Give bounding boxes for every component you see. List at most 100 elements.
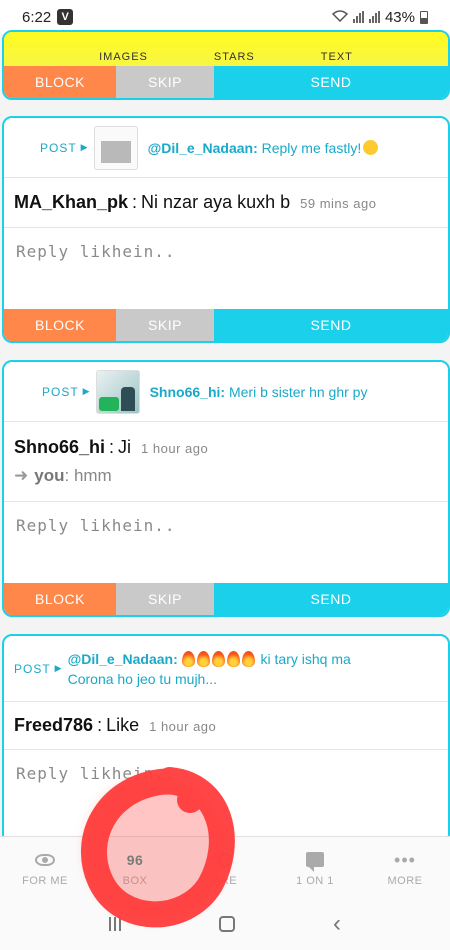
post-username[interactable]: Shno66_hi: <box>150 384 225 400</box>
comment-text: Like <box>106 715 140 735</box>
app-notification-icon: V <box>57 9 74 25</box>
block-button[interactable]: BLOCK <box>4 583 116 615</box>
post-username[interactable]: @Dil_e_Nadaan: <box>148 140 258 156</box>
post-text: @Dil_e_Nadaan: Reply me fastly! <box>148 138 379 158</box>
nav-label: 1 ON 1 <box>296 874 334 887</box>
fire-emojis <box>181 650 257 667</box>
post-text: Shno66_hi: Meri b sister hn ghr py <box>150 382 368 402</box>
arrow-right-icon: ➜ <box>14 466 29 485</box>
back-icon[interactable]: ‹ <box>333 910 341 938</box>
screen: 6:22 V 43% IMAGES STARS TEXT BLOCK SKIP … <box>0 0 450 950</box>
tab-text[interactable]: TEXT <box>321 51 353 63</box>
post-thumbnail[interactable] <box>93 125 138 170</box>
my-reply: ➜ you : hmm <box>14 466 438 486</box>
send-button[interactable]: SEND <box>214 583 448 615</box>
comment-time: 1 hour ago <box>149 719 217 734</box>
send-button[interactable]: SEND <box>214 66 448 98</box>
action-row: BLOCK SKIP SEND <box>4 66 448 98</box>
comment-line: MA_Khan_pk : Ni nzar aya kuxh b 59 mins … <box>14 192 438 213</box>
post-card-top: IMAGES STARS TEXT BLOCK SKIP SEND <box>2 30 450 100</box>
post-card: POST ▶ @Dil_e_Nadaan: ki tary ishq ma Co… <box>2 634 450 844</box>
comment-username[interactable]: Freed786 <box>14 715 93 736</box>
reply-author: you <box>34 466 65 485</box>
comment-separator: : <box>132 192 138 212</box>
reply-text: hmm <box>73 466 112 485</box>
fire-icon <box>241 650 255 667</box>
post-thumbnail[interactable] <box>95 369 140 414</box>
comment-line: Shno66_hi : Ji 1 hour ago <box>14 437 438 458</box>
nav-label: MORE <box>387 874 423 887</box>
nav-label: FOR ME <box>22 874 68 887</box>
status-right: 43% <box>331 8 428 26</box>
status-bar: 6:22 V 43% <box>0 0 450 34</box>
block-button[interactable]: BLOCK <box>4 309 116 341</box>
send-button[interactable]: SEND <box>214 309 448 341</box>
post-message: Meri b sister hn ghr py <box>228 383 368 400</box>
action-row: BLOCK SKIP SEND <box>4 309 448 341</box>
share-icon <box>218 852 232 867</box>
tab-stars[interactable]: STARS <box>214 51 255 63</box>
block-button[interactable]: BLOCK <box>4 66 116 98</box>
wifi-icon <box>331 9 349 26</box>
action-row: BLOCK SKIP SEND <box>4 583 448 615</box>
fire-icon <box>181 650 195 667</box>
skip-button[interactable]: SKIP <box>116 66 214 98</box>
comment-username[interactable]: MA_Khan_pk <box>14 192 128 213</box>
signal-icon-2 <box>368 11 380 23</box>
post-card: POST ▶ @Dil_e_Nadaan: Reply me fastly! M… <box>2 116 450 343</box>
signal-icon <box>352 11 364 23</box>
post-label: POST <box>40 140 77 155</box>
nav-1-on-1[interactable]: 1 ON 1 <box>270 837 360 898</box>
nav-share[interactable]: ARE <box>180 837 270 898</box>
android-nav-bar: ‹ <box>0 898 450 950</box>
post-message-line-2: Corona ho jeo tu mujh... <box>67 670 218 687</box>
nav-box[interactable]: 96 BOX <box>90 837 180 898</box>
battery-icon <box>420 10 428 24</box>
comment-text: Ji <box>118 437 132 457</box>
comment-time: 1 hour ago <box>141 441 209 456</box>
play-arrow-icon: ▶ <box>80 142 88 152</box>
post-row[interactable]: POST ▶ @Dil_e_Nadaan: ki tary ishq ma Co… <box>4 636 448 702</box>
eye-icon <box>35 853 55 866</box>
post-username[interactable]: @Dil_e_Nadaan: <box>68 651 178 667</box>
comment-text: Ni nzar aya kuxh b <box>141 192 291 212</box>
post-label: POST <box>14 661 51 676</box>
post-message: ki tary ishq ma <box>260 650 351 667</box>
comment-time: 59 mins ago <box>300 196 377 211</box>
home-icon[interactable] <box>219 916 235 932</box>
post-message: Reply me fastly! <box>261 139 362 156</box>
skip-button[interactable]: SKIP <box>116 309 214 341</box>
nav-label: BOX <box>122 874 148 887</box>
chat-icon <box>306 852 324 872</box>
tab-images[interactable]: IMAGES <box>99 51 148 63</box>
recents-icon[interactable] <box>109 917 121 931</box>
box-count-badge: 96 <box>126 851 144 868</box>
reply-input[interactable] <box>4 502 448 549</box>
status-time: 6:22 <box>22 8 52 26</box>
comment-username[interactable]: Shno66_hi <box>14 437 105 458</box>
skip-button[interactable]: SKIP <box>116 583 214 615</box>
dots-icon: ••• <box>394 849 416 870</box>
fire-icon <box>211 650 225 667</box>
reply-input[interactable] <box>4 750 448 797</box>
post-row[interactable]: POST ▶ @Dil_e_Nadaan: Reply me fastly! <box>4 118 448 178</box>
comment-row: Shno66_hi : Ji 1 hour ago ➜ you : hmm <box>4 422 448 502</box>
battery-percent: 43% <box>384 8 415 26</box>
comment-line: Freed786 : Like 1 hour ago <box>14 715 438 736</box>
media-tabs: IMAGES STARS TEXT <box>4 32 448 66</box>
bottom-nav: FOR ME 96 BOX ARE 1 ON 1 ••• MORE <box>0 836 450 898</box>
nav-more[interactable]: ••• MORE <box>360 837 450 898</box>
nav-label: ARE <box>212 874 238 887</box>
comment-row: Freed786 : Like 1 hour ago <box>4 702 448 750</box>
fire-icon <box>196 650 210 667</box>
comment-row: MA_Khan_pk : Ni nzar aya kuxh b 59 mins … <box>4 178 448 228</box>
post-text: @Dil_e_Nadaan: ki tary ishq ma Corona ho… <box>68 649 351 689</box>
play-arrow-icon: ▶ <box>54 663 62 673</box>
play-arrow-icon: ▶ <box>82 386 90 396</box>
reply-separator: : <box>64 466 74 485</box>
post-row[interactable]: POST ▶ Shno66_hi: Meri b sister hn ghr p… <box>4 362 448 422</box>
post-label: POST <box>42 384 79 399</box>
reply-input[interactable] <box>4 228 448 275</box>
comment-separator: : <box>109 437 115 457</box>
nav-for-me[interactable]: FOR ME <box>0 837 90 898</box>
